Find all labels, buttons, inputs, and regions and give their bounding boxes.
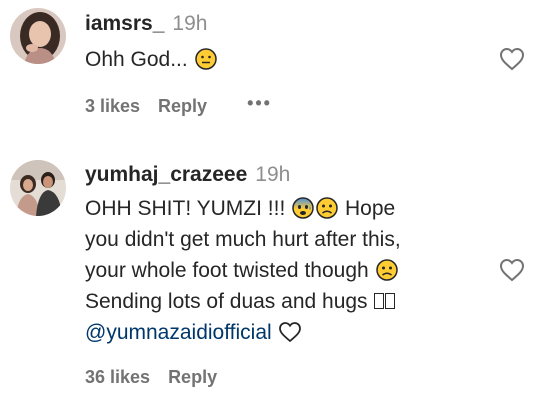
avatar[interactable]: [10, 160, 66, 216]
timestamp[interactable]: 19h: [172, 12, 207, 35]
likes-count[interactable]: 3 likes: [85, 96, 140, 116]
heart-icon[interactable]: [499, 258, 525, 282]
mention-link[interactable]: @yumnazaidiofficial: [85, 321, 272, 344]
comment-line: Sending lots of duas and hugs: [85, 290, 368, 313]
comment-text: OHH SHIT! YUMZI !!! Hope you didn't get …: [85, 193, 467, 348]
comment-line: OHH SHIT! YUMZI !!!: [85, 197, 286, 220]
username-link[interactable]: iamsrs_: [85, 12, 164, 35]
more-options-icon[interactable]: •••: [247, 93, 272, 114]
heart-icon[interactable]: [499, 47, 525, 71]
likes-count[interactable]: 36 likes: [85, 367, 150, 387]
comment-meta: 3 likes Reply •••: [85, 93, 272, 117]
comment-meta: 36 likes Reply: [85, 367, 217, 388]
slightly-frowning-face-emoji: [316, 197, 338, 219]
heart-emoji-icon: [278, 321, 302, 343]
neutral-face-emoji: [194, 48, 217, 70]
missing-glyph-icon: [385, 293, 396, 309]
comment-line: your whole foot twisted though: [85, 259, 369, 282]
timestamp[interactable]: 19h: [255, 163, 290, 186]
anxious-face-emoji: [292, 197, 314, 219]
username-link[interactable]: yumhaj_crazeee: [85, 163, 247, 186]
slightly-frowning-face-emoji: [375, 259, 398, 281]
comment-text-content: Ohh God...: [85, 48, 188, 71]
reply-button[interactable]: Reply: [158, 96, 207, 116]
comment-text: Ohh God...: [85, 44, 467, 75]
comment-item: iamsrs_ 19h Ohh God... 3 likes Reply •••: [0, 0, 537, 140]
missing-glyph-icon: [374, 293, 385, 309]
reply-button[interactable]: Reply: [168, 367, 217, 387]
comment-line: Hope: [344, 197, 396, 220]
comment-item: yumhaj_crazeee 19h OHH SHIT! YUMZI !!! H…: [0, 145, 537, 401]
comment-line: you didn't get much hurt after this,: [85, 228, 401, 251]
avatar[interactable]: [10, 8, 66, 64]
